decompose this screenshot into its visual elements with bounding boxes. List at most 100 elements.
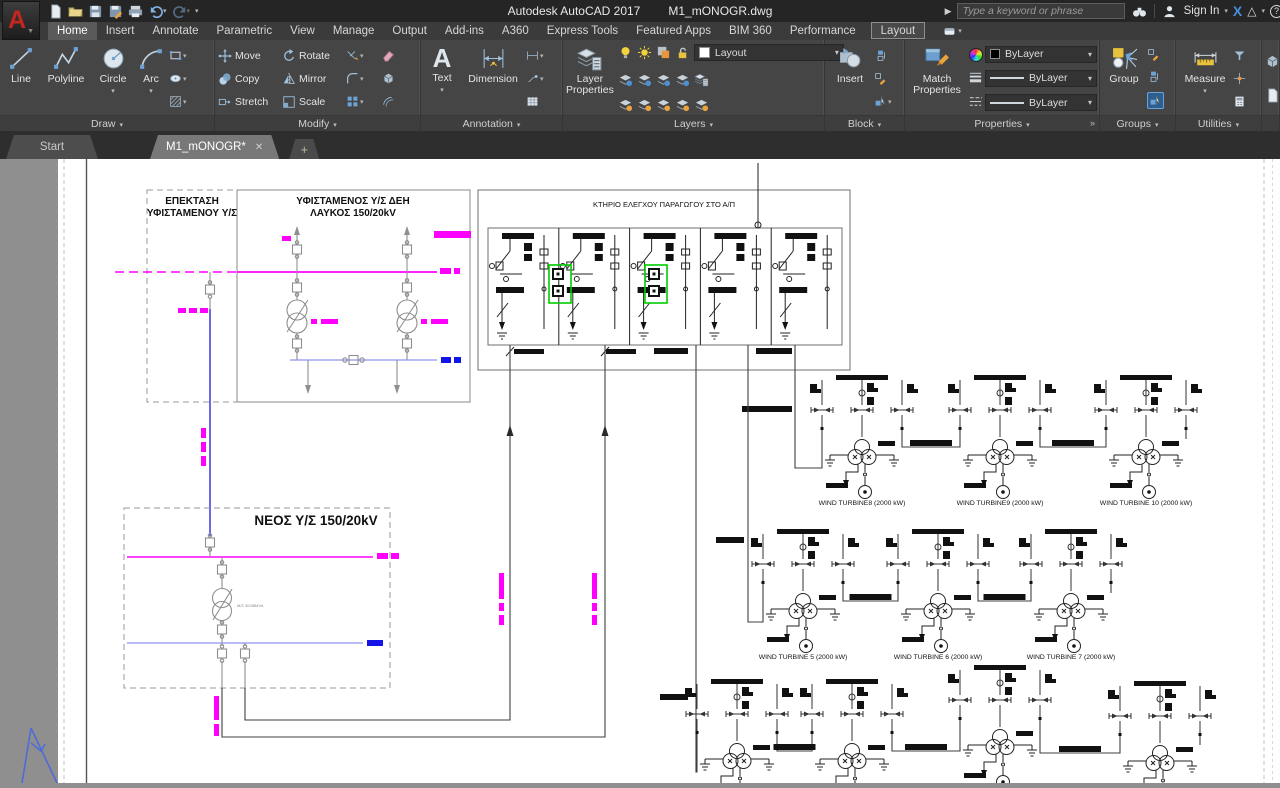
rectangle-button[interactable]: ▾ <box>169 49 187 62</box>
ellipse-button[interactable]: ▾ <box>169 72 187 85</box>
linetype-dropdown[interactable]: ByLayer ▾ <box>985 94 1097 112</box>
ribbon-tab-insert[interactable]: Insert <box>97 22 144 40</box>
mirror-button[interactable]: Mirror <box>282 72 344 86</box>
a360-triangle-icon[interactable]: △ <box>1247 4 1256 18</box>
ribbon-tab-annotate[interactable]: Annotate <box>143 22 207 40</box>
ribbon-display-toggle[interactable]: ▾ <box>939 22 966 40</box>
redo-button[interactable]: ▾ <box>170 2 193 21</box>
panel-foot-layers[interactable]: Layers <box>563 115 824 131</box>
fillet-button[interactable]: ▾ <box>346 72 380 85</box>
panel-foot-modify[interactable]: Modify <box>215 115 420 131</box>
group-button[interactable]: Group <box>1103 42 1145 115</box>
search-arrow-icon[interactable]: ▶ <box>945 6 952 17</box>
undo-button[interactable]: ▾ <box>146 2 169 21</box>
qat-customize-button[interactable]: ▾ <box>193 2 201 21</box>
quick-select-button[interactable] <box>1233 49 1246 62</box>
offset-button[interactable] <box>382 95 408 108</box>
save-button[interactable] <box>86 2 105 21</box>
ribbon-tab-express-tools[interactable]: Express Tools <box>538 22 627 40</box>
help-icon[interactable]: ? <box>1270 4 1280 18</box>
ribbon-tab-featured-apps[interactable]: Featured Apps <box>627 22 720 40</box>
layout-viewport[interactable]: ΕΠΕΚΤΑΣΗ ΥΦΙΣΤΑΜΕΝΟΥ Υ/Σ ΥΦΙΣΤΑΜΕΝΟΣ Υ/Σ… <box>0 159 1280 788</box>
layer-state-icon[interactable] <box>694 72 709 87</box>
move-button[interactable]: Move <box>218 49 280 63</box>
plot-button[interactable] <box>126 2 145 21</box>
save-as-button[interactable] <box>106 2 125 21</box>
layer-thaw-icon[interactable] <box>637 45 652 60</box>
ribbon-tab-home[interactable]: Home <box>48 22 97 40</box>
color-wheel-icon[interactable] <box>968 48 983 63</box>
line-button[interactable]: Line <box>3 42 39 115</box>
ribbon-tab-bim-360[interactable]: BIM 360 <box>720 22 781 40</box>
layer-match-icon[interactable] <box>637 72 652 87</box>
dialog-launcher-icon[interactable]: » <box>1090 118 1095 128</box>
layer-merge-icon[interactable] <box>694 97 709 112</box>
chevron-down-icon[interactable]: ▾ <box>1224 7 1228 15</box>
copy-button[interactable]: Copy <box>218 72 280 86</box>
layer-isolate-icon[interactable] <box>656 45 671 60</box>
linetype-icon[interactable] <box>968 94 983 109</box>
lineweight-icon[interactable] <box>968 70 983 85</box>
drawing-canvas[interactable]: ΕΠΕΚΤΑΣΗ ΥΦΙΣΤΑΜΕΝΟΥ Υ/Σ ΥΦΙΣΤΑΜΕΝΟΣ Υ/Σ… <box>0 159 1280 788</box>
layer-freeze-icon[interactable] <box>656 97 671 112</box>
group-selection-toggle[interactable] <box>1147 91 1164 109</box>
panel-foot-block[interactable]: Block <box>825 115 904 131</box>
layer-unlock-icon[interactable] <box>675 72 690 87</box>
erase-button[interactable] <box>382 49 408 62</box>
insert-block-button[interactable]: Insert <box>828 42 872 115</box>
object-color-dropdown[interactable]: ByLayer ▾ <box>985 45 1097 63</box>
ribbon-tab-manage[interactable]: Manage <box>324 22 384 40</box>
ribbon-tab-output[interactable]: Output <box>383 22 436 40</box>
table-button[interactable] <box>526 95 544 108</box>
ribbon-tab-parametric[interactable]: Parametric <box>208 22 282 40</box>
ribbon-tab-a360[interactable]: A360 <box>493 22 538 40</box>
sign-in-button[interactable]: Sign In <box>1184 5 1220 17</box>
panel-foot-groups[interactable]: Groups <box>1100 115 1175 131</box>
rotate-button[interactable]: Rotate <box>282 49 344 63</box>
search-button[interactable] <box>1130 2 1149 21</box>
chevron-down-icon[interactable]: ▾ <box>1261 7 1265 15</box>
quick-calc-button[interactable] <box>1233 95 1246 108</box>
trim-button[interactable]: ▾ <box>346 49 380 62</box>
panel-foot-draw[interactable]: Draw <box>0 115 214 131</box>
ribbon-tab-layout[interactable]: Layout <box>870 22 926 39</box>
layer-on-icon[interactable] <box>618 45 633 60</box>
dimension-button[interactable]: Dimension <box>462 42 524 115</box>
layer-unisolate-icon[interactable] <box>637 97 652 112</box>
measure-button[interactable]: Measure <box>1179 42 1231 115</box>
application-menu-button[interactable]: A ▼ <box>2 1 40 40</box>
array-button[interactable]: ▾ <box>346 95 380 108</box>
panel-foot-utilities[interactable]: Utilities <box>1176 115 1261 131</box>
layer-lock-icon[interactable] <box>675 45 690 60</box>
search-input[interactable] <box>956 3 1125 19</box>
block-editor-button[interactable]: ▾ <box>874 95 892 108</box>
ungroup-button[interactable] <box>1147 70 1164 83</box>
panel-foot-annotation[interactable]: Annotation <box>421 115 562 131</box>
lineweight-dropdown[interactable]: ByLayer ▾ <box>985 69 1097 87</box>
point-button[interactable] <box>1233 72 1246 85</box>
leader-button[interactable]: ▾ <box>526 72 544 85</box>
stretch-button[interactable]: Stretch <box>218 95 280 109</box>
layer-previous-icon[interactable] <box>656 72 671 87</box>
ribbon-tab-performance[interactable]: Performance <box>781 22 865 40</box>
open-file-button[interactable] <box>66 2 85 21</box>
current-layer-dropdown[interactable]: Layout ▾ <box>693 44 844 61</box>
new-drawing-tab-button[interactable]: + <box>289 139 319 159</box>
polyline-button[interactable]: Polyline <box>41 42 91 115</box>
scale-button[interactable]: Scale <box>282 95 344 109</box>
layer-properties-button[interactable]: Layer Properties <box>566 42 614 115</box>
tab-start[interactable]: Start <box>6 135 98 159</box>
match-properties-button[interactable]: Match Properties <box>908 42 966 115</box>
edit-attributes-button[interactable] <box>874 72 892 85</box>
layer-isolate2-icon[interactable] <box>618 97 633 112</box>
close-icon[interactable]: ✕ <box>255 142 263 153</box>
panel-foot-properties[interactable]: Properties» <box>905 115 1099 131</box>
dimension-style-button[interactable]: ▾ <box>526 49 544 62</box>
create-block-button[interactable] <box>874 49 892 62</box>
tab-document-active[interactable]: M1_mONOGR* ✕ <box>150 135 279 159</box>
explode-button[interactable] <box>382 72 408 85</box>
text-button[interactable]: A Text <box>424 42 460 115</box>
new-file-button[interactable] <box>46 2 65 21</box>
ribbon-tab-view[interactable]: View <box>281 22 324 40</box>
ribbon-tab-add-ins[interactable]: Add-ins <box>436 22 493 40</box>
